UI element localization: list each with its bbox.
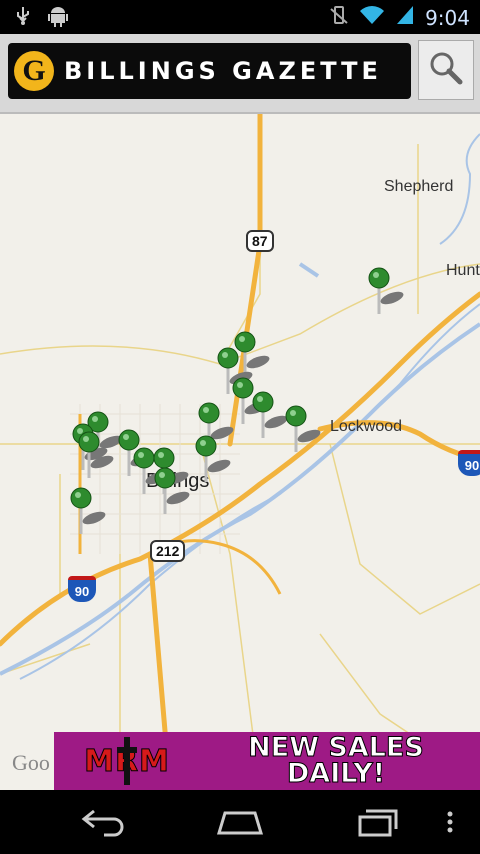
wifi-icon — [359, 4, 385, 31]
recent-apps-button[interactable] — [348, 802, 408, 842]
back-icon — [81, 809, 124, 837]
ad-banner[interactable]: MRM NEW SALES DAILY! — [54, 732, 480, 790]
us-87-shield: 87 — [246, 230, 274, 252]
back-button[interactable] — [74, 802, 134, 842]
app-title: BILLINGS GAZETTE — [64, 57, 382, 85]
i90-shield-left: 90 — [68, 576, 96, 602]
map-attribution: Goo — [12, 750, 50, 775]
map-pin[interactable] — [150, 466, 190, 526]
map-label-lockwood: Lockwood — [330, 418, 403, 435]
home-icon — [216, 811, 264, 835]
ad-logo: MRM — [62, 735, 192, 787]
status-bar: 9:04 — [0, 0, 480, 34]
overflow-menu-icon — [447, 811, 453, 833]
gazette-logo[interactable]: G BILLINGS GAZETTE — [8, 43, 411, 99]
cross-icon — [117, 737, 137, 785]
us-212-shield: 212 — [150, 540, 186, 562]
recent-apps-icon — [358, 809, 398, 837]
map-pin[interactable] — [191, 434, 231, 494]
map-label-shepherd: Shepherd — [384, 178, 454, 195]
ad-headline-line2: DAILY! — [286, 758, 386, 789]
home-button[interactable] — [210, 802, 270, 842]
menu-button[interactable] — [430, 802, 470, 842]
app-header: G BILLINGS GAZETTE — [0, 34, 480, 114]
map-pin[interactable] — [66, 486, 106, 546]
navigation-bar — [0, 790, 480, 854]
map-pin[interactable] — [364, 266, 404, 326]
android-icon — [48, 6, 68, 33]
usb-icon — [14, 6, 32, 33]
search-icon — [428, 50, 464, 91]
map-label-hunt: Hunt — [446, 262, 480, 279]
i90-shield-right: 90 — [458, 450, 480, 476]
search-button[interactable] — [418, 40, 474, 100]
signal-icon — [395, 4, 415, 31]
map-pin[interactable] — [281, 404, 321, 464]
vibrate-icon — [329, 4, 349, 31]
map-pin[interactable] — [248, 390, 288, 450]
logo-badge-icon: G — [14, 51, 54, 91]
map-pin[interactable] — [74, 430, 114, 490]
clock: 9:04 — [425, 5, 470, 30]
map-view[interactable]: Shepherd Hunt Lockwood Billings 87 212 9… — [0, 114, 480, 790]
ad-headline: NEW SALES DAILY! — [192, 734, 480, 789]
